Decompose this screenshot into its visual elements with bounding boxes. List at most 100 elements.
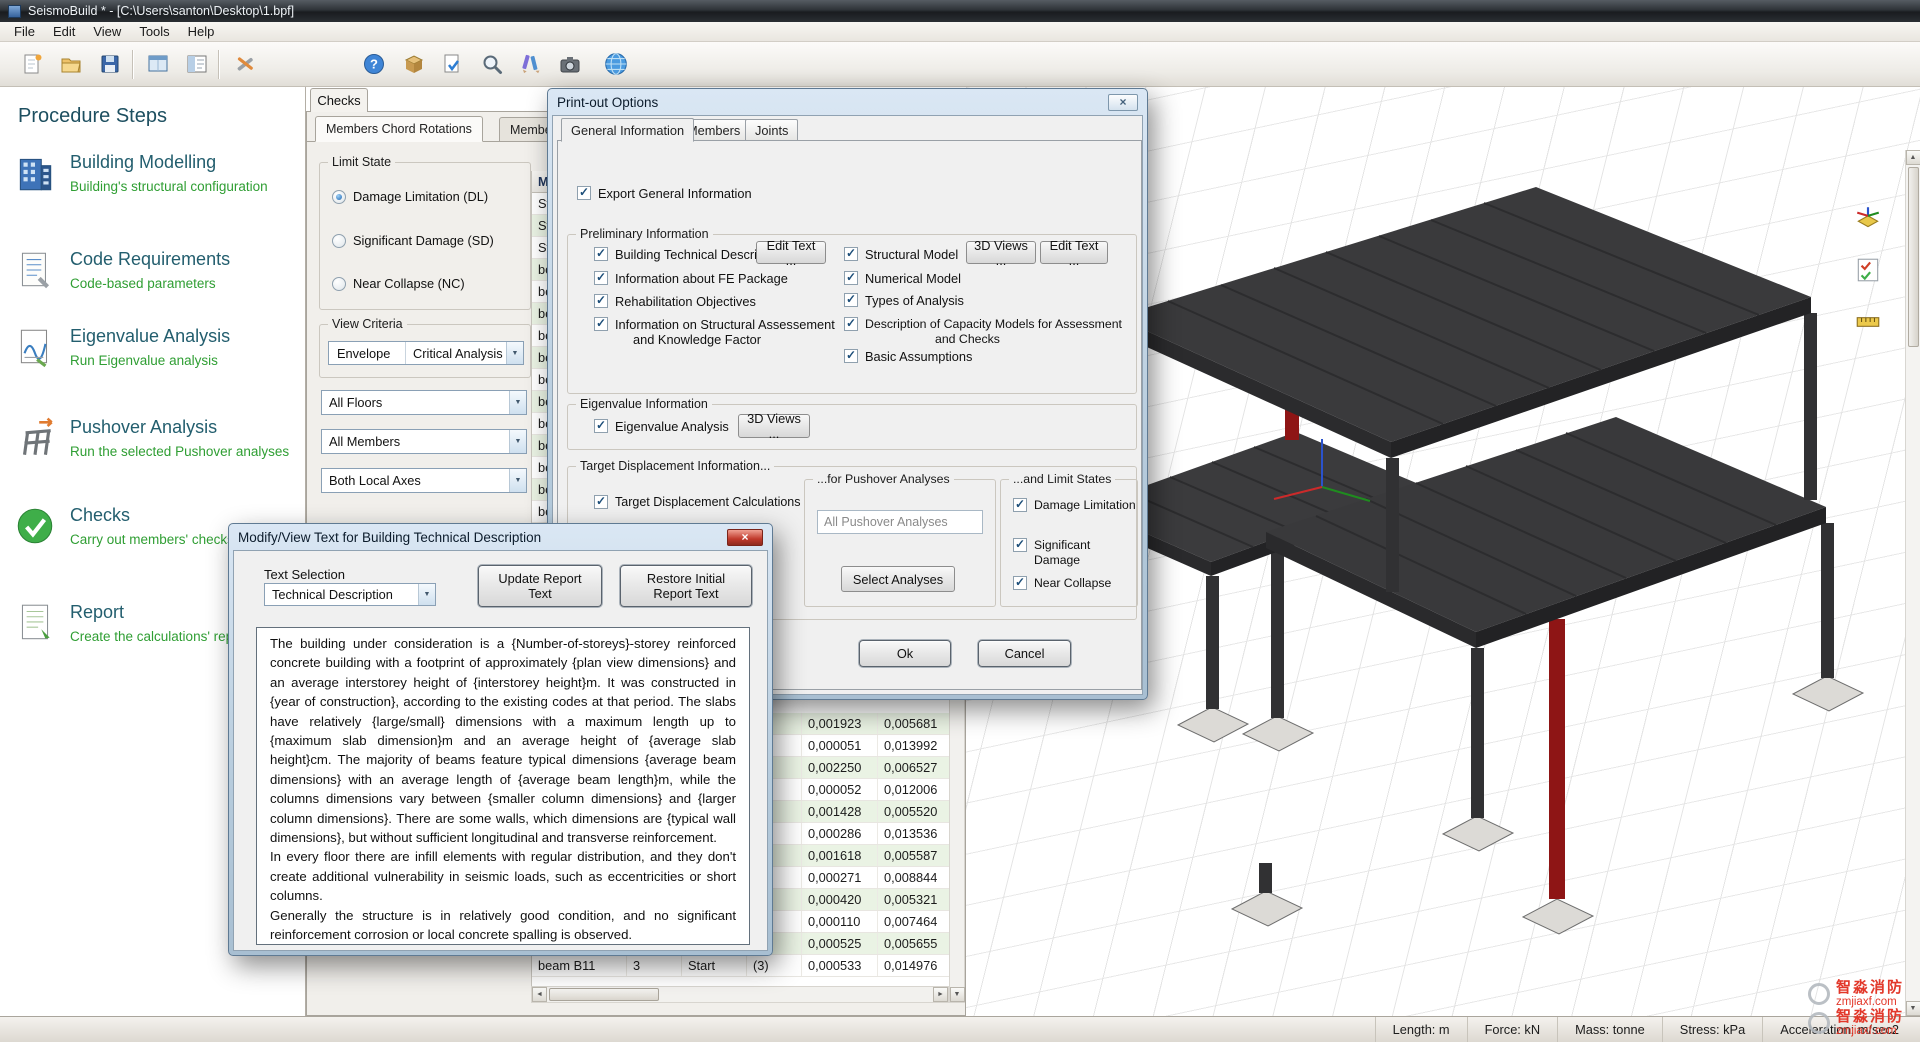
checkbox-icon (1013, 498, 1027, 512)
scroll-left-icon[interactable] (532, 987, 547, 1002)
checkbox-icon (1013, 576, 1027, 590)
numerical-model-checkbox[interactable]: Numerical Model (844, 271, 961, 286)
close-icon[interactable] (727, 529, 763, 546)
sidebar-item-pushover-analysis[interactable]: Pushover Analysis Run the selected Pusho… (12, 415, 300, 475)
toolbar: ? (0, 42, 1920, 87)
members-filter[interactable]: All Members (321, 429, 527, 454)
snapshot-icon[interactable] (552, 47, 588, 81)
checkbox-icon (844, 317, 858, 331)
chevron-down-icon[interactable] (509, 469, 526, 492)
sidebar-item-subtitle: Run the selected Pushover analyses (70, 444, 289, 459)
new-file-icon[interactable] (14, 47, 50, 81)
structural-model-checkbox[interactable]: Structural Model (844, 247, 958, 262)
view-criteria-select[interactable]: Envelope Critical Analysis (328, 341, 524, 365)
basic-assumptions-checkbox[interactable]: Basic Assumptions (844, 349, 972, 364)
technical-description-textarea[interactable]: The building under consideration is a {N… (256, 627, 750, 945)
ruler-icon[interactable] (1850, 304, 1886, 340)
svg-text:?: ? (370, 57, 378, 72)
chevron-down-icon[interactable] (509, 391, 526, 414)
ok-button[interactable]: Ok (859, 640, 951, 667)
status-force: Force: kN (1467, 1017, 1557, 1042)
edit-text-button[interactable]: Edit Text ... (1040, 241, 1108, 264)
scroll-right-icon[interactable] (933, 987, 948, 1002)
edit-pencils-icon[interactable] (513, 47, 549, 81)
checkbox-icon (594, 495, 608, 509)
table-row-beam-b11[interactable]: beam B113Start(3)0,0005330,014976 (532, 955, 950, 977)
menu-view[interactable]: View (84, 23, 130, 40)
structural-assessment-checkbox[interactable]: Information on Structural Assessementand… (594, 317, 835, 347)
window-layout-icon[interactable] (140, 47, 176, 81)
view-criteria-group: View Criteria Envelope Critical Analysis (319, 324, 531, 378)
sidebar-item-title: Eigenvalue Analysis (70, 326, 230, 347)
sidebar-item-building-modelling[interactable]: Building Modelling Building's structural… (12, 150, 300, 210)
tools-icon[interactable] (226, 47, 264, 81)
viewport-scrollbar[interactable] (1905, 150, 1920, 1016)
checks-list-icon[interactable] (1850, 252, 1886, 288)
near-collapse-checkbox[interactable]: Near Collapse (1013, 576, 1111, 591)
rehabilitation-objectives-checkbox[interactable]: Rehabilitation Objectives (594, 294, 756, 309)
menu-edit[interactable]: Edit (44, 23, 84, 40)
types-of-analysis-checkbox[interactable]: Types of Analysis (844, 293, 964, 308)
cancel-button[interactable]: Cancel (978, 640, 1071, 667)
sidebar-item-code-requirements[interactable]: Code Requirements Code-based parameters (12, 247, 300, 307)
verify-icon[interactable] (435, 47, 471, 81)
scroll-down-icon[interactable] (1906, 1001, 1920, 1016)
sidebar-item-title: Report (70, 602, 124, 623)
3d-views-button[interactable]: 3D Views ... (966, 241, 1036, 264)
update-report-text-button[interactable]: Update Report Text (478, 565, 602, 607)
significant-damage-checkbox[interactable]: Significant Damage (1013, 538, 1137, 568)
package-icon[interactable] (396, 47, 432, 81)
capacity-models-checkbox[interactable]: Description of Capacity Models for Asses… (844, 317, 1122, 347)
watermark-row: 智淼消防 zmjiaxf.com (1808, 1009, 1904, 1037)
axes-filter[interactable]: Both Local Axes (321, 468, 527, 493)
dialog-title-bar: Print-out Options (548, 89, 1147, 115)
menu-file[interactable]: File (5, 23, 44, 40)
title-bar: SeismoBuild * - [C:\Users\santon\Desktop… (0, 0, 1920, 22)
export-general-information-checkbox[interactable]: Export General Information (577, 186, 752, 201)
3d-views-icon[interactable] (1850, 200, 1886, 236)
menu-tools[interactable]: Tools (130, 23, 178, 40)
checkbox-icon (594, 294, 608, 308)
dialog-body: Text Selection Technical Description Upd… (233, 550, 768, 951)
chevron-down-icon[interactable] (418, 584, 435, 605)
select-analyses-button[interactable]: Select Analyses (841, 566, 955, 592)
search-icon[interactable] (474, 47, 510, 81)
chevron-down-icon[interactable] (506, 342, 523, 364)
eigenvalue-information-group: Eigenvalue Information Eigenvalue Analys… (567, 404, 1137, 450)
scrollbar-thumb[interactable] (549, 988, 659, 1001)
chevron-down-icon[interactable] (509, 430, 526, 453)
web-icon[interactable] (598, 47, 634, 81)
damage-limitation-checkbox[interactable]: Damage Limitation (1013, 498, 1136, 513)
menu-help[interactable]: Help (179, 23, 224, 40)
sidebar-item-eigenvalue-analysis[interactable]: Eigenvalue Analysis Run Eigenvalue analy… (12, 324, 300, 384)
radio-near-collapse[interactable]: Near Collapse (NC) (332, 276, 465, 291)
eigenvalue-analysis-checkbox[interactable]: Eigenvalue Analysis (594, 419, 729, 434)
scrollbar-thumb[interactable] (1908, 167, 1919, 347)
pushover-analyses-input[interactable]: All Pushover Analyses (817, 510, 983, 534)
table-horizontal-scrollbar[interactable] (531, 986, 949, 1003)
radio-damage-limitation[interactable]: Damage Limitation (DL) (332, 189, 488, 204)
floors-filter[interactable]: All Floors (321, 390, 527, 415)
checkbox-icon (594, 317, 608, 331)
restore-initial-report-text-button[interactable]: Restore Initial Report Text (620, 565, 752, 607)
tab-joints[interactable]: Joints (745, 119, 798, 141)
help-icon[interactable]: ? (356, 47, 392, 81)
3d-views-button[interactable]: 3D Views ... (738, 414, 810, 438)
pushover-analyses-group: ...for Pushover Analyses All Pushover An… (804, 479, 996, 607)
radio-significant-damage[interactable]: Significant Damage (SD) (332, 233, 494, 248)
checkbox-icon (844, 349, 858, 363)
save-icon[interactable] (92, 47, 128, 81)
scroll-down-icon[interactable] (950, 987, 965, 1002)
tab-general-information[interactable]: General Information (561, 118, 694, 142)
edit-text-button[interactable]: Edit Text ... (756, 241, 826, 264)
open-folder-icon[interactable] (53, 47, 89, 81)
radio-icon (332, 234, 346, 248)
close-icon[interactable] (1108, 94, 1138, 111)
target-displacement-calculations-checkbox[interactable]: Target Displacement Calculations (594, 495, 801, 510)
tab-members-chord-rotations[interactable]: Members Chord Rotations (315, 116, 483, 142)
information-about-fe-package-checkbox[interactable]: Information about FE Package (594, 271, 788, 286)
scroll-up-icon[interactable] (1906, 150, 1920, 165)
report-view-icon[interactable] (179, 47, 215, 81)
tab-checks[interactable]: Checks (310, 88, 368, 112)
text-selection-select[interactable]: Technical Description (264, 583, 436, 606)
